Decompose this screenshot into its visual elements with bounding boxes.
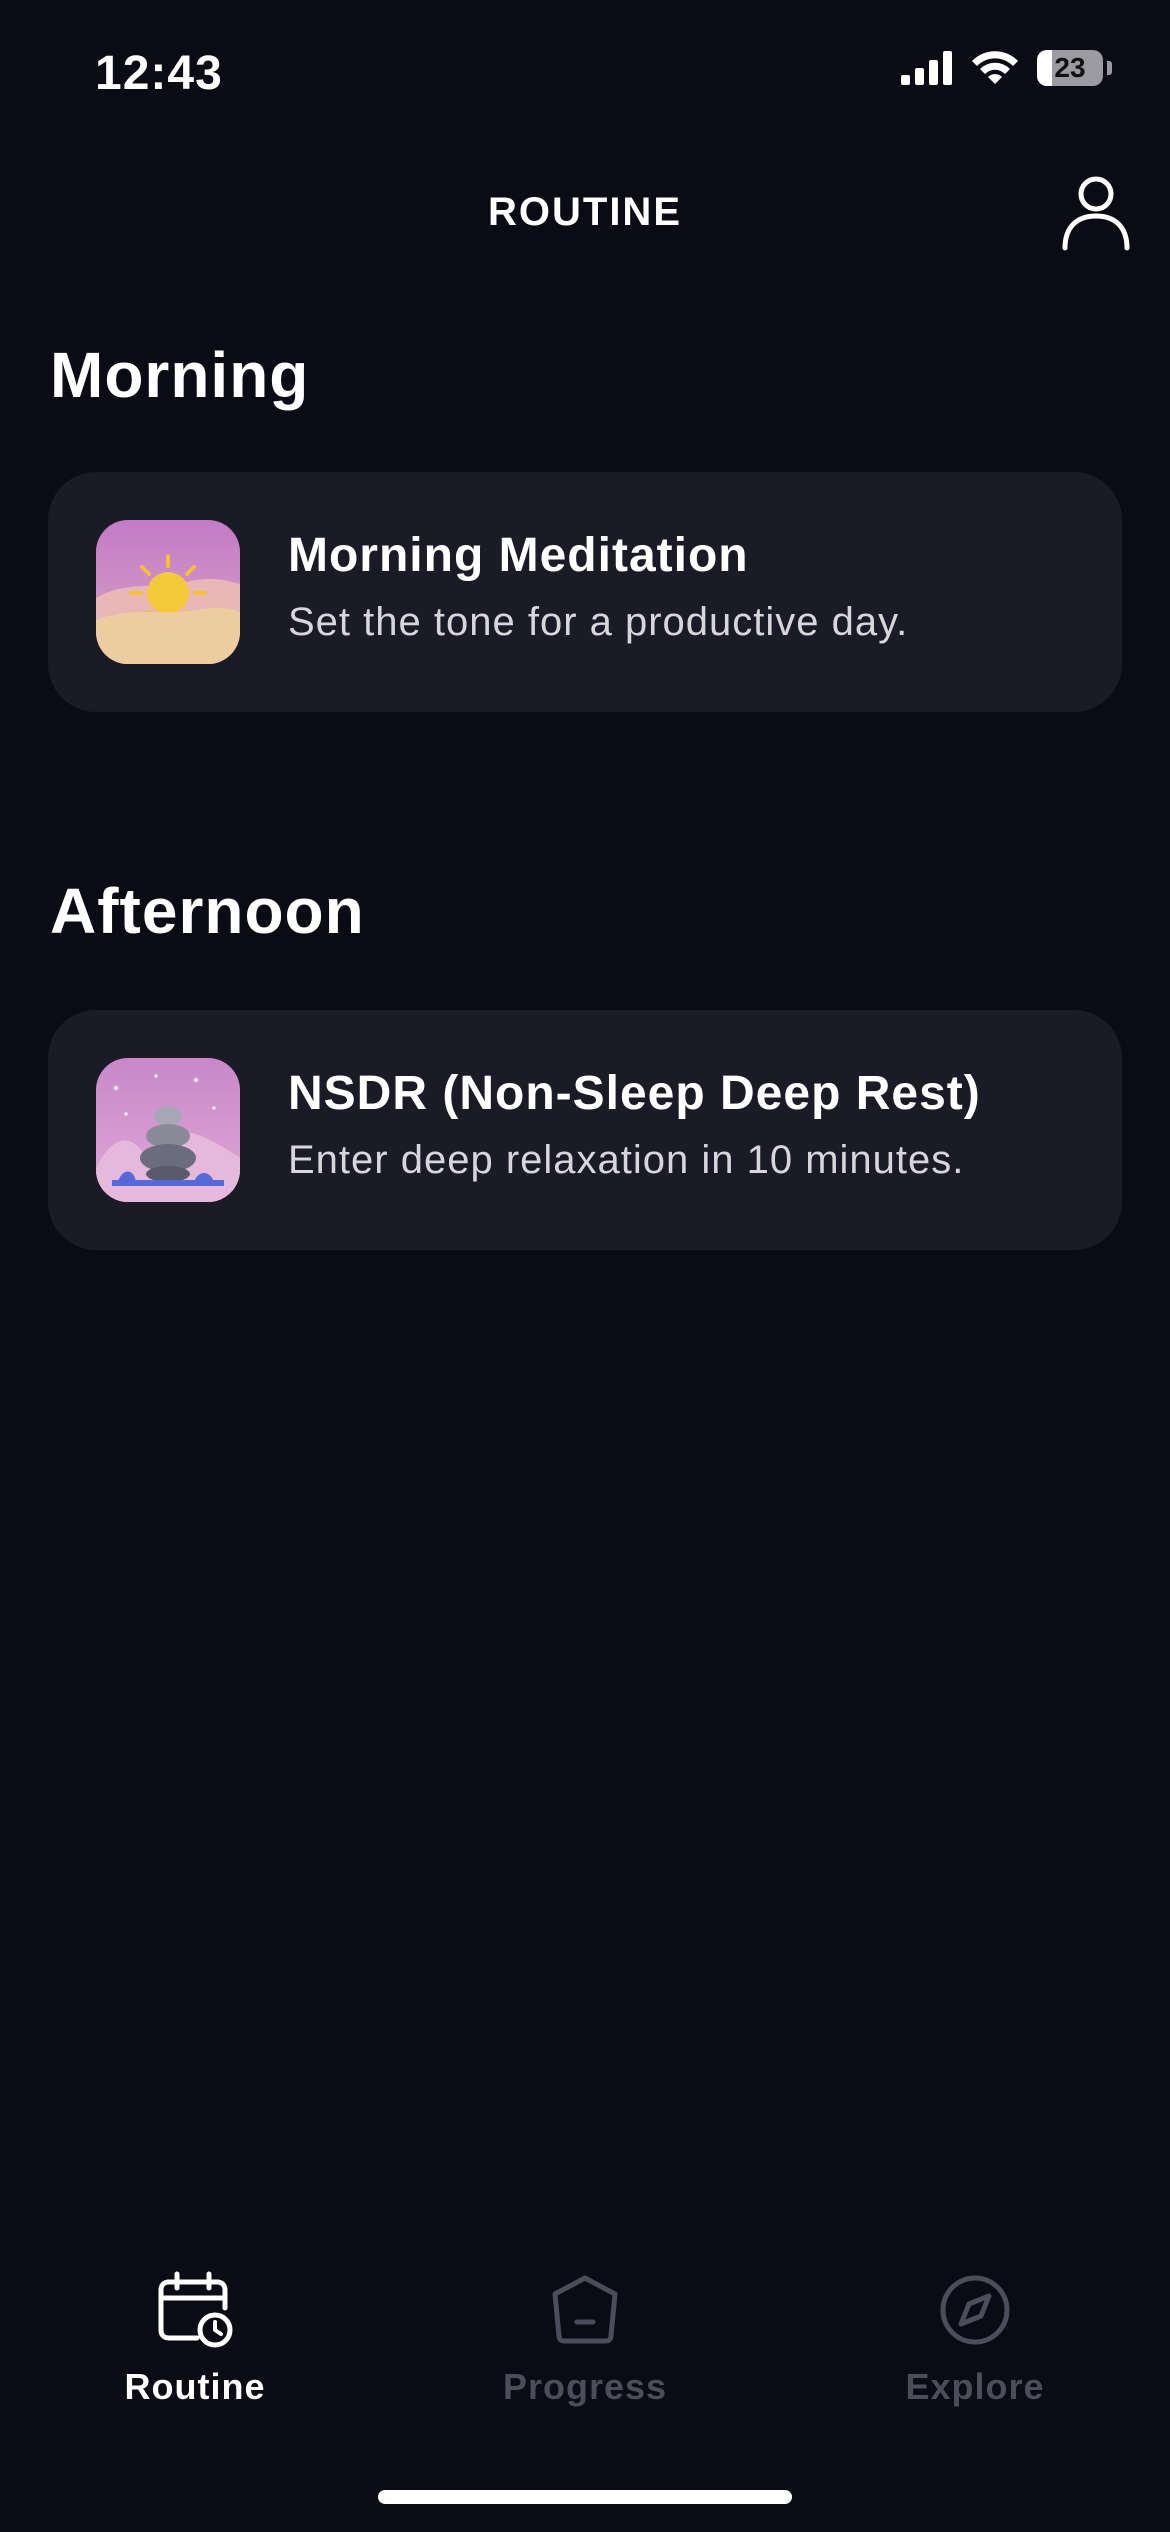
card-subtitle: Enter deep relaxation in 10 minutes. [288, 1138, 965, 1182]
sun-icon [96, 520, 240, 664]
section-title-morning: Morning [50, 339, 310, 411]
wifi-icon [972, 51, 1018, 84]
battery-tip [1107, 61, 1112, 75]
section-title-afternoon: Afternoon [50, 875, 365, 947]
cellular-signal-icon [901, 51, 952, 85]
page-title: ROUTINE [488, 190, 682, 234]
tab-label: Progress [502, 2366, 668, 2407]
home-indicator[interactable] [378, 2490, 792, 2504]
compass-icon [940, 2275, 1010, 2345]
tab-label: Explore [905, 2366, 1045, 2407]
tab-bar: Routine Progress Explore [0, 2250, 1170, 2450]
card-title: Morning Meditation [288, 529, 749, 582]
tab-explore[interactable]: Explore [845, 2270, 1105, 2430]
tab-label: Routine [124, 2366, 266, 2407]
status-icons: 23 [901, 50, 1112, 86]
thumbnail-morning-meditation [96, 520, 240, 664]
tab-progress[interactable]: Progress [455, 2270, 715, 2430]
routine-card-nsdr[interactable]: NSDR (Non-Sleep Deep Rest) Enter deep re… [48, 1010, 1122, 1250]
card-subtitle: Set the tone for a productive day. [288, 600, 909, 644]
status-time: 12:43 [95, 47, 223, 100]
battery-icon: 23 [1037, 50, 1103, 86]
pentagon-icon [552, 2275, 618, 2344]
tab-routine[interactable]: Routine [65, 2270, 325, 2430]
battery-fill [1037, 50, 1053, 86]
status-bar: 12:43 23 [0, 0, 1170, 150]
calendar-clock-icon [158, 2271, 233, 2348]
stacked-stones-icon [96, 1058, 240, 1202]
thumbnail-nsdr [96, 1058, 240, 1202]
card-title: NSDR (Non-Sleep Deep Rest) [288, 1067, 981, 1120]
person-icon[interactable] [1060, 172, 1132, 252]
battery-level: 23 [1054, 52, 1086, 83]
routine-card-morning-meditation[interactable]: Morning Meditation Set the tone for a pr… [48, 472, 1122, 712]
